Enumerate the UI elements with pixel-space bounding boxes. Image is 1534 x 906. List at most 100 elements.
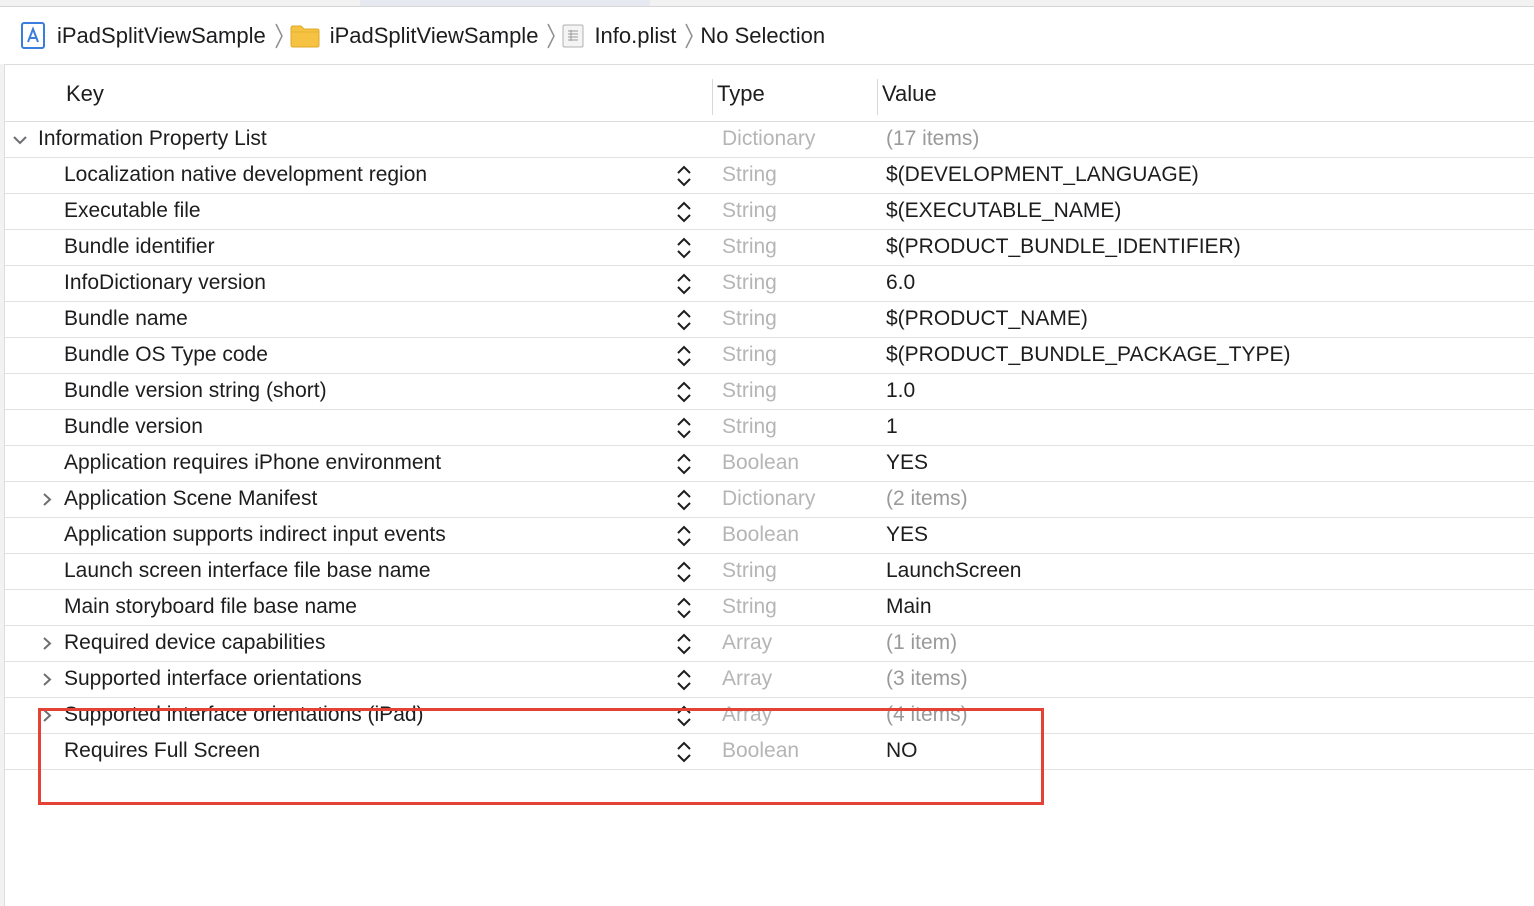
row-value[interactable]: YES bbox=[886, 446, 928, 480]
type-stepper-icon[interactable] bbox=[675, 668, 693, 692]
table-row[interactable]: Supported interface orientations Array (3 … bbox=[5, 662, 1534, 698]
disclosure-collapsed-icon[interactable] bbox=[41, 636, 53, 651]
row-value[interactable]: Main bbox=[886, 590, 932, 624]
disclosure-expanded-icon[interactable] bbox=[12, 134, 28, 146]
row-type: Boolean bbox=[722, 523, 800, 546]
table-row[interactable]: InfoDictionary version String 6.0 bbox=[5, 266, 1534, 302]
row-type: String bbox=[722, 271, 777, 294]
row-type: String bbox=[722, 379, 777, 402]
type-stepper-icon[interactable] bbox=[675, 704, 693, 728]
row-type: String bbox=[722, 163, 777, 186]
row-key: Localization native development region bbox=[64, 163, 428, 186]
row-value[interactable]: NO bbox=[886, 734, 918, 768]
row-type: Array bbox=[722, 667, 773, 690]
row-key: Launch screen interface file base name bbox=[64, 559, 431, 582]
row-key: Application requires iPhone environment bbox=[64, 451, 442, 474]
type-stepper-icon[interactable] bbox=[675, 488, 693, 512]
plist-editor-table: Key Type Value Information Property List… bbox=[5, 65, 1534, 770]
table-row[interactable]: Requires Full Screen Boolean NO bbox=[5, 734, 1534, 770]
breadcrumb-separator-icon bbox=[275, 23, 283, 48]
row-key: Application Scene Manifest bbox=[64, 487, 318, 510]
type-stepper-icon[interactable] bbox=[675, 236, 693, 260]
table-row[interactable]: Bundle version string (short) String 1.0 bbox=[5, 374, 1534, 410]
breadcrumb-project-label: iPadSplitViewSample bbox=[57, 22, 266, 48]
type-stepper-icon[interactable] bbox=[675, 740, 693, 764]
table-row[interactable]: Supported interface orientations (iPad) A… bbox=[5, 698, 1534, 734]
type-stepper-icon[interactable] bbox=[675, 380, 693, 404]
row-type: Boolean bbox=[722, 451, 800, 474]
table-row[interactable]: Bundle name String $(PRODUCT_NAME) bbox=[5, 302, 1534, 338]
type-stepper-icon[interactable] bbox=[675, 524, 693, 548]
row-value[interactable]: $(EXECUTABLE_NAME) bbox=[886, 194, 1121, 228]
row-value[interactable]: 1.0 bbox=[886, 374, 915, 408]
column-divider[interactable] bbox=[712, 79, 713, 115]
row-key: InfoDictionary version bbox=[64, 271, 266, 294]
window-top-strip bbox=[0, 0, 1534, 7]
row-type: String bbox=[722, 415, 777, 438]
xcode-project-icon bbox=[21, 22, 45, 49]
table-row[interactable]: Launch screen interface file base name St… bbox=[5, 554, 1534, 590]
type-stepper-icon[interactable] bbox=[675, 596, 693, 620]
row-value[interactable]: YES bbox=[886, 518, 928, 552]
row-value[interactable]: LaunchScreen bbox=[886, 554, 1021, 588]
type-stepper-icon[interactable] bbox=[675, 308, 693, 332]
type-stepper-icon[interactable] bbox=[675, 632, 693, 656]
type-stepper-icon[interactable] bbox=[675, 200, 693, 224]
row-type: String bbox=[722, 595, 777, 618]
table-row[interactable]: Application supports indirect input even… bbox=[5, 518, 1534, 554]
table-row[interactable]: Localization native development region St… bbox=[5, 158, 1534, 194]
table-row-root[interactable]: Information Property List Dictionary (17… bbox=[5, 122, 1534, 158]
breadcrumb-file-label: Info.plist bbox=[594, 22, 677, 48]
breadcrumb-group[interactable]: iPadSplitViewSample bbox=[290, 22, 539, 49]
breadcrumb-file[interactable]: Info.plist bbox=[562, 23, 676, 49]
row-value[interactable]: $(DEVELOPMENT_LANGUAGE) bbox=[886, 158, 1199, 192]
table-row[interactable]: Executable file String $(EXECUTABLE_NAME) bbox=[5, 194, 1534, 230]
table-row[interactable]: Bundle identifier String $(PRODUCT_BUNDLE_… bbox=[5, 230, 1534, 266]
column-divider[interactable] bbox=[877, 79, 878, 115]
row-key: Required device capabilities bbox=[64, 631, 326, 654]
row-type: String bbox=[722, 343, 777, 366]
row-type: Dictionary bbox=[722, 487, 816, 510]
type-stepper-icon[interactable] bbox=[675, 560, 693, 584]
row-value[interactable]: 6.0 bbox=[886, 266, 915, 300]
disclosure-collapsed-icon[interactable] bbox=[41, 672, 53, 687]
row-key: Bundle name bbox=[64, 307, 188, 330]
row-type: String bbox=[722, 559, 777, 582]
table-row[interactable]: Bundle version String 1 bbox=[5, 410, 1534, 446]
row-value[interactable]: (4 items) bbox=[886, 698, 968, 732]
row-key: Bundle OS Type code bbox=[64, 343, 268, 366]
row-type: String bbox=[722, 307, 777, 330]
column-header-type[interactable]: Type bbox=[717, 65, 765, 121]
column-header-key[interactable]: Key bbox=[66, 65, 104, 121]
breadcrumb-group-label: iPadSplitViewSample bbox=[329, 22, 539, 48]
row-value[interactable]: (3 items) bbox=[886, 662, 968, 696]
type-stepper-icon[interactable] bbox=[675, 416, 693, 440]
row-value[interactable]: (1 item) bbox=[886, 626, 957, 660]
table-row[interactable]: Main storyboard file base name String Main bbox=[5, 590, 1534, 626]
type-stepper-icon[interactable] bbox=[675, 452, 693, 476]
folder-icon bbox=[290, 25, 320, 47]
row-type: String bbox=[722, 199, 777, 222]
disclosure-collapsed-icon[interactable] bbox=[41, 492, 53, 507]
table-row[interactable]: Application requires iPhone environment B… bbox=[5, 446, 1534, 482]
breadcrumb-project[interactable]: iPadSplitViewSample bbox=[0, 22, 266, 49]
type-stepper-icon[interactable] bbox=[675, 344, 693, 368]
breadcrumb-separator-icon bbox=[685, 23, 694, 48]
row-value[interactable]: $(PRODUCT_BUNDLE_PACKAGE_TYPE) bbox=[886, 338, 1291, 372]
row-value[interactable]: $(PRODUCT_NAME) bbox=[886, 302, 1088, 336]
row-key: Bundle version string (short) bbox=[64, 379, 327, 402]
row-type: Dictionary bbox=[722, 127, 816, 150]
table-row[interactable]: Application Scene Manifest Dictionary (2 i… bbox=[5, 482, 1534, 518]
row-value[interactable]: (2 items) bbox=[886, 482, 968, 516]
type-stepper-icon[interactable] bbox=[675, 272, 693, 296]
table-header: Key Type Value bbox=[5, 65, 1534, 122]
row-value[interactable]: 1 bbox=[886, 410, 898, 444]
row-key: Executable file bbox=[64, 199, 201, 222]
type-stepper-icon[interactable] bbox=[675, 164, 693, 188]
breadcrumb-selection[interactable]: No Selection bbox=[700, 23, 825, 49]
column-header-value[interactable]: Value bbox=[882, 65, 937, 121]
row-value[interactable]: $(PRODUCT_BUNDLE_IDENTIFIER) bbox=[886, 230, 1241, 264]
disclosure-collapsed-icon[interactable] bbox=[41, 708, 53, 723]
table-row[interactable]: Required device capabilities Array (1 item… bbox=[5, 626, 1534, 662]
table-row[interactable]: Bundle OS Type code String $(PRODUCT_BUNDL… bbox=[5, 338, 1534, 374]
